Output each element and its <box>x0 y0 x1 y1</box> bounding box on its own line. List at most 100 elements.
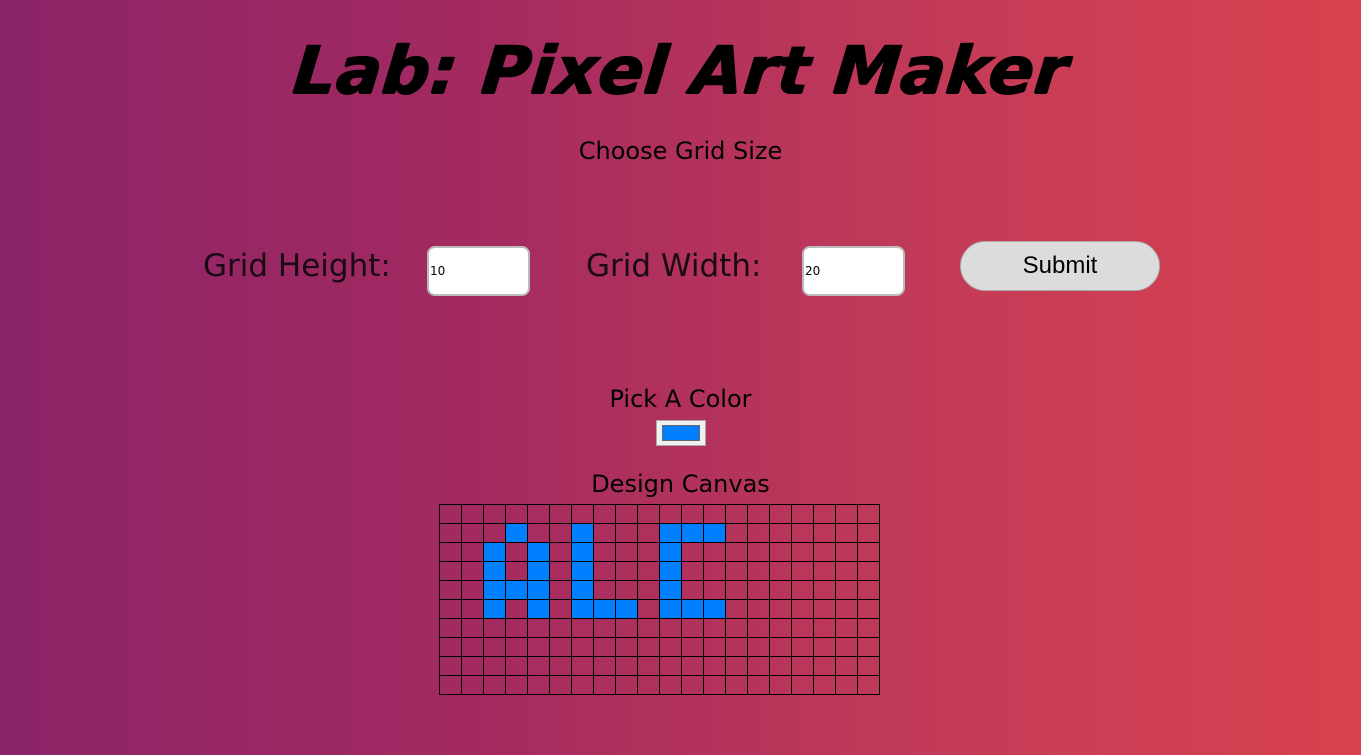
canvas-cell[interactable] <box>703 675 726 695</box>
canvas-cell[interactable] <box>791 542 814 562</box>
canvas-cell[interactable] <box>593 656 616 676</box>
canvas-cell[interactable] <box>549 542 572 562</box>
canvas-cell[interactable] <box>769 656 792 676</box>
canvas-cell[interactable] <box>725 618 748 638</box>
canvas-cell[interactable] <box>791 561 814 581</box>
canvas-cell[interactable] <box>549 675 572 695</box>
canvas-cell[interactable] <box>571 637 594 657</box>
canvas-cell[interactable] <box>637 599 660 619</box>
canvas-cell[interactable] <box>483 542 506 562</box>
canvas-cell[interactable] <box>747 656 770 676</box>
canvas-cell[interactable] <box>527 523 550 543</box>
canvas-cell[interactable] <box>439 656 462 676</box>
canvas-cell[interactable] <box>835 599 858 619</box>
canvas-cell[interactable] <box>637 618 660 638</box>
canvas-cell[interactable] <box>791 580 814 600</box>
canvas-cell[interactable] <box>461 523 484 543</box>
canvas-cell[interactable] <box>703 618 726 638</box>
canvas-cell[interactable] <box>725 599 748 619</box>
canvas-cell[interactable] <box>549 504 572 524</box>
canvas-cell[interactable] <box>439 580 462 600</box>
canvas-cell[interactable] <box>483 599 506 619</box>
canvas-cell[interactable] <box>659 523 682 543</box>
canvas-cell[interactable] <box>505 523 528 543</box>
canvas-cell[interactable] <box>813 580 836 600</box>
canvas-cell[interactable] <box>571 618 594 638</box>
canvas-cell[interactable] <box>659 580 682 600</box>
canvas-cell[interactable] <box>571 580 594 600</box>
canvas-cell[interactable] <box>505 504 528 524</box>
canvas-cell[interactable] <box>505 542 528 562</box>
canvas-cell[interactable] <box>791 675 814 695</box>
canvas-cell[interactable] <box>549 580 572 600</box>
canvas-cell[interactable] <box>769 618 792 638</box>
canvas-cell[interactable] <box>637 561 660 581</box>
canvas-cell[interactable] <box>615 542 638 562</box>
canvas-cell[interactable] <box>593 523 616 543</box>
canvas-cell[interactable] <box>747 618 770 638</box>
canvas-cell[interactable] <box>461 542 484 562</box>
canvas-cell[interactable] <box>659 637 682 657</box>
canvas-cell[interactable] <box>835 542 858 562</box>
canvas-cell[interactable] <box>857 675 880 695</box>
canvas-cell[interactable] <box>681 561 704 581</box>
canvas-cell[interactable] <box>681 599 704 619</box>
canvas-cell[interactable] <box>461 599 484 619</box>
canvas-cell[interactable] <box>813 599 836 619</box>
canvas-cell[interactable] <box>703 504 726 524</box>
canvas-cell[interactable] <box>747 523 770 543</box>
canvas-cell[interactable] <box>615 580 638 600</box>
canvas-cell[interactable] <box>527 561 550 581</box>
canvas-cell[interactable] <box>725 542 748 562</box>
canvas-cell[interactable] <box>857 504 880 524</box>
canvas-cell[interactable] <box>703 561 726 581</box>
canvas-cell[interactable] <box>461 580 484 600</box>
canvas-cell[interactable] <box>527 656 550 676</box>
canvas-cell[interactable] <box>703 656 726 676</box>
canvas-cell[interactable] <box>615 637 638 657</box>
canvas-cell[interactable] <box>549 599 572 619</box>
canvas-cell[interactable] <box>857 618 880 638</box>
canvas-cell[interactable] <box>615 656 638 676</box>
canvas-cell[interactable] <box>681 637 704 657</box>
canvas-cell[interactable] <box>439 618 462 638</box>
canvas-cell[interactable] <box>835 618 858 638</box>
canvas-cell[interactable] <box>659 504 682 524</box>
canvas-cell[interactable] <box>439 542 462 562</box>
canvas-cell[interactable] <box>527 618 550 638</box>
canvas-cell[interactable] <box>615 561 638 581</box>
canvas-cell[interactable] <box>505 637 528 657</box>
canvas-cell[interactable] <box>527 542 550 562</box>
canvas-cell[interactable] <box>549 523 572 543</box>
canvas-cell[interactable] <box>659 542 682 562</box>
canvas-cell[interactable] <box>461 618 484 638</box>
canvas-cell[interactable] <box>747 580 770 600</box>
canvas-cell[interactable] <box>571 675 594 695</box>
canvas-cell[interactable] <box>571 599 594 619</box>
canvas-cell[interactable] <box>835 637 858 657</box>
canvas-cell[interactable] <box>637 542 660 562</box>
canvas-cell[interactable] <box>769 599 792 619</box>
canvas-cell[interactable] <box>791 599 814 619</box>
canvas-cell[interactable] <box>725 675 748 695</box>
canvas-cell[interactable] <box>593 504 616 524</box>
canvas-cell[interactable] <box>747 561 770 581</box>
canvas-cell[interactable] <box>637 580 660 600</box>
canvas-cell[interactable] <box>637 523 660 543</box>
canvas-cell[interactable] <box>681 580 704 600</box>
canvas-cell[interactable] <box>483 561 506 581</box>
canvas-cell[interactable] <box>615 523 638 543</box>
grid-width-input[interactable] <box>802 246 905 296</box>
canvas-cell[interactable] <box>791 618 814 638</box>
canvas-cell[interactable] <box>857 656 880 676</box>
canvas-cell[interactable] <box>571 561 594 581</box>
canvas-cell[interactable] <box>593 675 616 695</box>
grid-height-input[interactable] <box>427 246 530 296</box>
canvas-cell[interactable] <box>505 561 528 581</box>
canvas-cell[interactable] <box>615 618 638 638</box>
canvas-cell[interactable] <box>703 542 726 562</box>
canvas-cell[interactable] <box>483 523 506 543</box>
canvas-cell[interactable] <box>527 675 550 695</box>
canvas-cell[interactable] <box>725 523 748 543</box>
canvas-cell[interactable] <box>659 656 682 676</box>
